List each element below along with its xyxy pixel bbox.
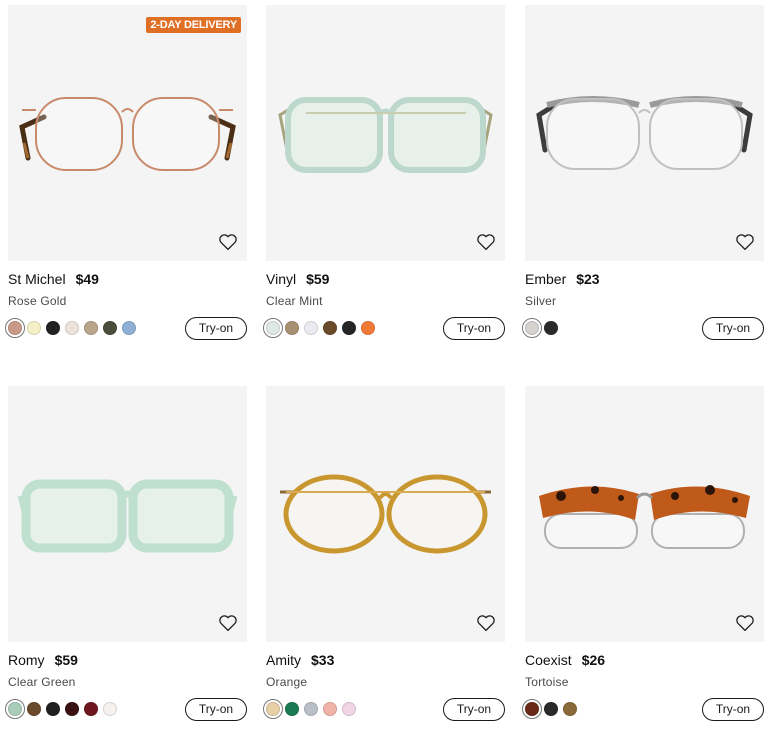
heart-icon[interactable] bbox=[735, 233, 755, 251]
color-swatches bbox=[5, 699, 117, 719]
product-price: $26 bbox=[581, 652, 606, 668]
product-actions: Try-on bbox=[263, 316, 505, 340]
color-swatch[interactable] bbox=[285, 702, 299, 716]
product-card[interactable]: Vinyl $59 Clear Mint Try-on bbox=[263, 5, 505, 340]
color-swatch[interactable] bbox=[103, 321, 117, 335]
product-image[interactable] bbox=[525, 386, 764, 642]
heart-icon[interactable] bbox=[218, 614, 238, 632]
color-swatch[interactable] bbox=[342, 702, 356, 716]
color-swatch[interactable] bbox=[323, 702, 337, 716]
color-swatches bbox=[522, 699, 577, 719]
product-actions: Try-on bbox=[5, 697, 247, 721]
product-name[interactable]: Coexist bbox=[525, 652, 572, 668]
product-image[interactable]: 2-DAY DELIVERY bbox=[8, 5, 247, 261]
product-card[interactable]: Coexist $26 Tortoise Try-on bbox=[522, 386, 764, 721]
product-name[interactable]: St Michel bbox=[8, 271, 66, 287]
color-swatch[interactable] bbox=[84, 702, 98, 716]
product-actions: Try-on bbox=[5, 316, 247, 340]
product-title-row: Ember $23 bbox=[525, 271, 764, 287]
color-swatch[interactable] bbox=[46, 702, 60, 716]
product-color: Silver bbox=[525, 294, 557, 308]
product-card[interactable]: Amity $33 Orange Try-on bbox=[263, 386, 505, 721]
product-color: Rose Gold bbox=[8, 294, 67, 308]
try-on-button[interactable]: Try-on bbox=[443, 697, 505, 721]
color-swatch[interactable] bbox=[103, 702, 117, 716]
color-swatches bbox=[263, 699, 356, 719]
color-swatch[interactable] bbox=[544, 321, 558, 335]
color-swatch[interactable] bbox=[522, 318, 542, 338]
color-swatch[interactable] bbox=[122, 321, 136, 335]
color-swatch[interactable] bbox=[563, 702, 577, 716]
color-swatch[interactable] bbox=[46, 321, 60, 335]
product-color: Clear Mint bbox=[266, 294, 323, 308]
product-price: $59 bbox=[54, 652, 78, 668]
product-card[interactable]: Romy $59 Clear Green Try-on bbox=[5, 386, 247, 721]
product-price: $33 bbox=[311, 652, 335, 668]
color-swatch[interactable] bbox=[84, 321, 98, 335]
product-image[interactable] bbox=[266, 5, 505, 261]
color-swatch[interactable] bbox=[5, 318, 25, 338]
heart-icon[interactable] bbox=[476, 614, 496, 632]
color-swatch[interactable] bbox=[285, 321, 299, 335]
glasses-image bbox=[539, 485, 750, 549]
color-swatches bbox=[522, 318, 558, 338]
try-on-button[interactable]: Try-on bbox=[185, 316, 247, 340]
product-actions: Try-on bbox=[263, 697, 505, 721]
product-title-row: Coexist $26 bbox=[525, 652, 764, 668]
product-image[interactable] bbox=[8, 386, 247, 642]
glasses-image bbox=[536, 96, 753, 170]
color-swatch[interactable] bbox=[304, 321, 318, 335]
try-on-button[interactable]: Try-on bbox=[185, 697, 247, 721]
product-name[interactable]: Vinyl bbox=[266, 271, 296, 287]
color-swatch[interactable] bbox=[544, 702, 558, 716]
product-color: Clear Green bbox=[8, 675, 76, 689]
color-swatch[interactable] bbox=[65, 702, 79, 716]
delivery-badge: 2-DAY DELIVERY bbox=[146, 17, 241, 33]
color-swatch[interactable] bbox=[65, 321, 79, 335]
product-title-row: Romy $59 bbox=[8, 652, 247, 668]
product-price: $23 bbox=[576, 271, 600, 287]
product-title-row: St Michel $49 bbox=[8, 271, 247, 287]
color-swatch[interactable] bbox=[27, 702, 41, 716]
try-on-button[interactable]: Try-on bbox=[702, 316, 764, 340]
glasses-image bbox=[17, 479, 238, 553]
product-image[interactable] bbox=[266, 386, 505, 642]
product-name[interactable]: Romy bbox=[8, 652, 45, 668]
color-swatches bbox=[263, 318, 375, 338]
color-swatch[interactable] bbox=[342, 321, 356, 335]
product-card[interactable]: 2-DAY DELIVERY St Michel $49 Rose Gold T… bbox=[5, 5, 247, 340]
color-swatch[interactable] bbox=[304, 702, 318, 716]
color-swatch[interactable] bbox=[361, 321, 375, 335]
product-card[interactable]: Ember $23 Silver Try-on bbox=[522, 5, 764, 340]
product-price: $49 bbox=[75, 271, 99, 287]
product-actions: Try-on bbox=[522, 697, 764, 721]
product-title-row: Vinyl $59 bbox=[266, 271, 505, 287]
try-on-button[interactable]: Try-on bbox=[443, 316, 505, 340]
glasses-image bbox=[278, 97, 493, 173]
product-color: Tortoise bbox=[525, 675, 569, 689]
product-image[interactable] bbox=[525, 5, 764, 261]
glasses-image bbox=[19, 97, 236, 171]
glasses-image bbox=[280, 474, 491, 554]
color-swatch[interactable] bbox=[263, 318, 283, 338]
try-on-button[interactable]: Try-on bbox=[702, 697, 764, 721]
color-swatch[interactable] bbox=[263, 699, 283, 719]
product-color: Orange bbox=[266, 675, 308, 689]
product-grid: 2-DAY DELIVERY St Michel $49 Rose Gold T… bbox=[0, 0, 774, 735]
product-name[interactable]: Amity bbox=[266, 652, 301, 668]
color-swatches bbox=[5, 318, 136, 338]
color-swatch[interactable] bbox=[323, 321, 337, 335]
product-name[interactable]: Ember bbox=[525, 271, 566, 287]
color-swatch[interactable] bbox=[5, 699, 25, 719]
product-title-row: Amity $33 bbox=[266, 652, 505, 668]
color-swatch[interactable] bbox=[522, 699, 542, 719]
heart-icon[interactable] bbox=[218, 233, 238, 251]
color-swatch[interactable] bbox=[27, 321, 41, 335]
product-actions: Try-on bbox=[522, 316, 764, 340]
product-price: $59 bbox=[306, 271, 330, 287]
heart-icon[interactable] bbox=[735, 614, 755, 632]
heart-icon[interactable] bbox=[476, 233, 496, 251]
